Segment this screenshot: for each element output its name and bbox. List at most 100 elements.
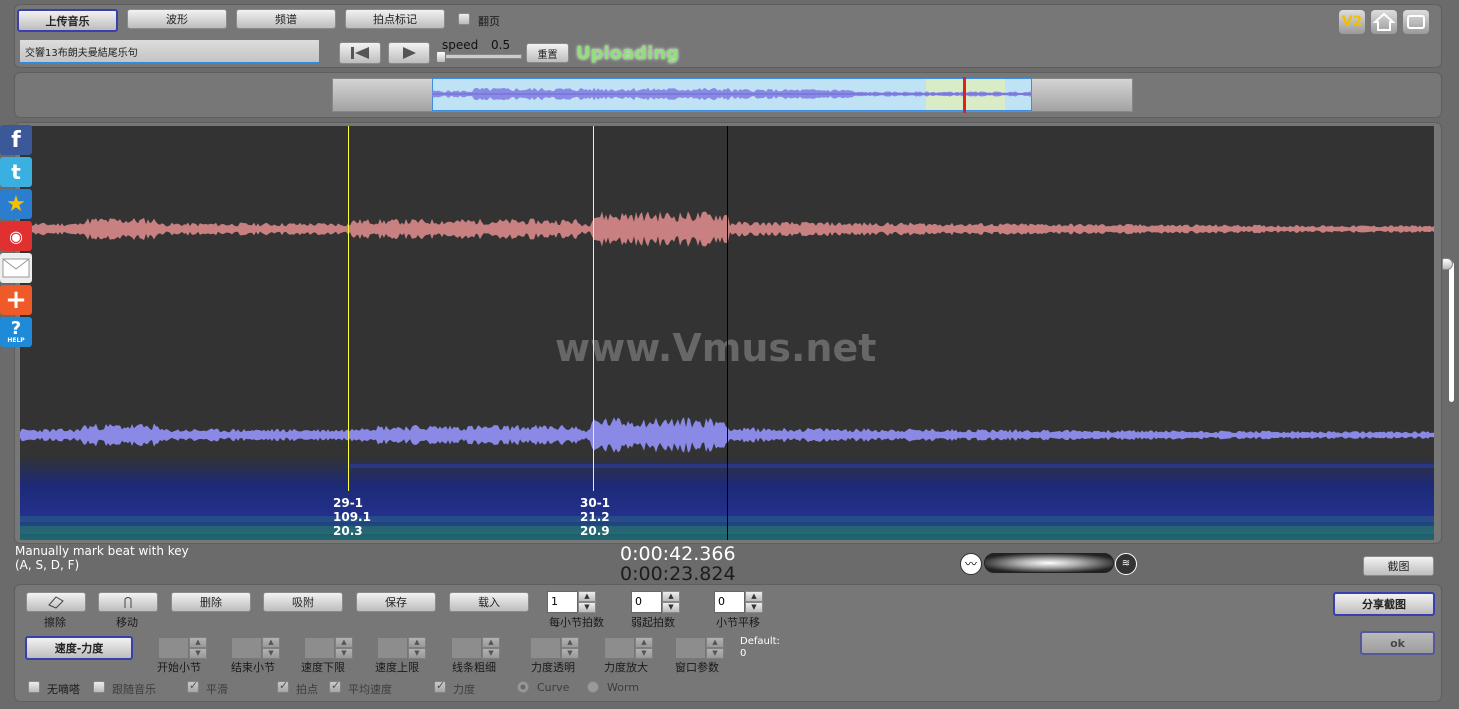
- tempo-high-label: 速度上限: [375, 661, 419, 674]
- speed-slider-track[interactable]: [440, 54, 522, 59]
- beat-marker-line[interactable]: [593, 126, 594, 491]
- marker-force: 20.3: [333, 524, 363, 538]
- start-bar-input[interactable]: [158, 637, 189, 659]
- waveform-button[interactable]: 波形: [127, 9, 227, 29]
- mail-icon[interactable]: [0, 253, 32, 283]
- screenshot-button[interactable]: 截图: [1363, 556, 1434, 576]
- rewind-button[interactable]: [339, 42, 381, 64]
- window-param-label: 窗口参数: [675, 661, 719, 674]
- beats-per-bar-input[interactable]: 1: [547, 591, 578, 613]
- file-name-field[interactable]: 交響13布朗夫曼結尾乐句: [20, 40, 319, 64]
- version-badge[interactable]: V2: [1339, 10, 1365, 34]
- help-icon[interactable]: ? HELP: [0, 317, 32, 347]
- line-width-label: 线条粗细: [452, 661, 496, 674]
- stepper-down-icon[interactable]: ▼: [662, 602, 680, 613]
- move-label: 移动: [116, 616, 138, 629]
- fullscreen-button[interactable]: [1403, 10, 1429, 34]
- force-checkbox[interactable]: [434, 679, 446, 693]
- stepper-down-icon[interactable]: ▼: [335, 648, 353, 659]
- upload-music-button[interactable]: 上传音乐: [17, 9, 118, 32]
- erase-button[interactable]: [26, 592, 86, 612]
- stepper-up-icon[interactable]: ▲: [578, 591, 596, 602]
- default-label: Default:: [740, 636, 780, 647]
- stepper-up-icon[interactable]: ▲: [335, 637, 353, 648]
- vertical-scrollbar[interactable]: [1449, 262, 1454, 402]
- tempo-low-input[interactable]: [304, 637, 335, 659]
- facebook-icon[interactable]: f: [0, 125, 32, 155]
- share-screenshot-button[interactable]: 分享截图: [1333, 592, 1435, 616]
- waveform-toggle-icon[interactable]: 〰: [960, 553, 982, 575]
- play-button[interactable]: [388, 42, 430, 64]
- snap-button[interactable]: 吸附: [263, 592, 343, 612]
- weak-beats-input[interactable]: 0: [631, 591, 662, 613]
- save-button[interactable]: 保存: [356, 592, 436, 612]
- stepper-up-icon[interactable]: ▲: [745, 591, 763, 602]
- speed-slider-handle[interactable]: [436, 51, 446, 63]
- weibo-icon[interactable]: ◉: [0, 221, 32, 251]
- delete-button[interactable]: 删除: [171, 592, 251, 612]
- stepper-up-icon[interactable]: ▲: [262, 637, 280, 648]
- playhead-line[interactable]: [727, 126, 728, 540]
- pageflip-checkbox[interactable]: [458, 13, 470, 25]
- line-width-input[interactable]: [451, 637, 482, 659]
- force-opacity-input[interactable]: [530, 637, 561, 659]
- beat-mark-button[interactable]: 拍点标记: [345, 9, 445, 29]
- upload-status: Uploading: [576, 43, 679, 64]
- stepper-up-icon[interactable]: ▲: [189, 637, 207, 648]
- worm-radio[interactable]: [587, 681, 599, 693]
- stepper-down-icon[interactable]: ▼: [262, 648, 280, 659]
- marker-tempo: 21.2: [580, 510, 610, 524]
- default-value: 0: [740, 648, 747, 659]
- force-scale-label: 力度放大: [604, 661, 648, 674]
- stepper-up-icon[interactable]: ▲: [635, 637, 653, 648]
- stepper-up-icon[interactable]: ▲: [662, 591, 680, 602]
- speed-value: 0.5: [491, 38, 511, 52]
- speed-reset-button[interactable]: 重置: [526, 43, 569, 63]
- follow-music-checkbox[interactable]: [93, 681, 105, 693]
- add-share-icon[interactable]: +: [0, 285, 32, 315]
- stepper-down-icon[interactable]: ▼: [408, 648, 426, 659]
- follow-music-label: 跟随音乐: [112, 683, 156, 696]
- tempo-low-label: 速度下限: [301, 661, 345, 674]
- no-tick-checkbox[interactable]: [28, 681, 40, 693]
- move-button[interactable]: [98, 592, 158, 612]
- spectrum-toggle-icon[interactable]: ≋: [1115, 553, 1137, 575]
- ok-button[interactable]: ok: [1360, 631, 1435, 655]
- load-button[interactable]: 载入: [449, 592, 529, 612]
- fullscreen-icon: [1407, 15, 1425, 29]
- curve-radio[interactable]: [517, 681, 529, 693]
- stepper-down-icon[interactable]: ▼: [635, 648, 653, 659]
- end-bar-input[interactable]: [231, 637, 262, 659]
- window-param-input[interactable]: [675, 637, 706, 659]
- stepper-up-icon[interactable]: ▲: [408, 637, 426, 648]
- stepper-down-icon[interactable]: ▼: [578, 602, 596, 613]
- tempo-force-mode-button[interactable]: 速度-力度: [25, 636, 133, 660]
- beat-checkbox[interactable]: [277, 679, 289, 693]
- stepper-down-icon[interactable]: ▼: [482, 648, 500, 659]
- force-opacity-label: 力度透明: [531, 661, 575, 674]
- force-scale-input[interactable]: [604, 637, 635, 659]
- spectrum-button[interactable]: 频谱: [236, 9, 336, 29]
- stepper-up-icon[interactable]: ▲: [706, 637, 724, 648]
- avg-tempo-checkbox[interactable]: [329, 679, 341, 693]
- beat-marker-line[interactable]: [348, 126, 349, 491]
- no-tick-label: 无嘀嗒: [47, 683, 80, 696]
- stepper-down-icon[interactable]: ▼: [561, 648, 579, 659]
- zoom-slider[interactable]: [984, 553, 1114, 573]
- stepper-down-icon[interactable]: ▼: [706, 648, 724, 659]
- home-button[interactable]: [1371, 10, 1397, 34]
- stepper-down-icon[interactable]: ▼: [189, 648, 207, 659]
- waveform-canvas[interactable]: www.Vmus.net 29-1 109.1 20.3 30-1 21.2 2…: [20, 126, 1434, 540]
- twitter-icon[interactable]: t: [0, 157, 32, 187]
- bar-shift-input[interactable]: 0: [714, 591, 745, 613]
- tempo-high-input[interactable]: [377, 637, 408, 659]
- overview-playhead[interactable]: [963, 77, 966, 113]
- smooth-checkbox[interactable]: [187, 679, 199, 693]
- favorite-star-icon[interactable]: ★: [0, 189, 32, 219]
- play-icon: [403, 47, 416, 59]
- stepper-up-icon[interactable]: ▲: [482, 637, 500, 648]
- stepper-up-icon[interactable]: ▲: [561, 637, 579, 648]
- force-label: 力度: [453, 683, 475, 696]
- beat-label: 拍点: [296, 683, 318, 696]
- stepper-down-icon[interactable]: ▼: [745, 602, 763, 613]
